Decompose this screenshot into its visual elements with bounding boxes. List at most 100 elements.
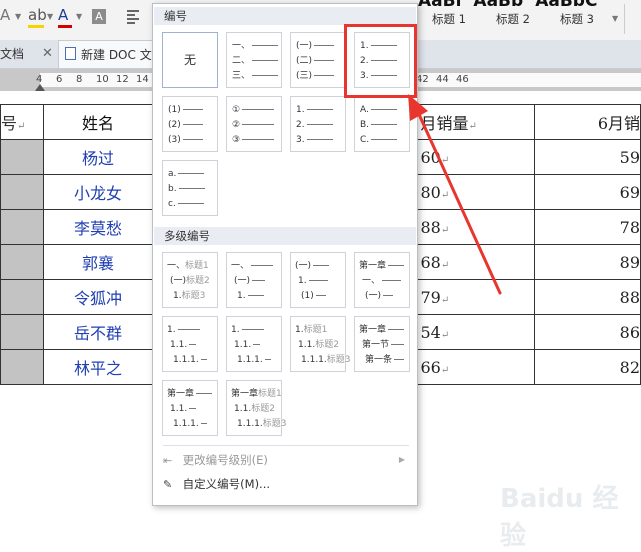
multilevel-option[interactable]: 第一章 1.1. 1.1.1. [162,380,218,436]
table-cell[interactable] [0,209,44,245]
employee-name: 郭襄 [81,254,114,273]
paragraph-mark: ↵ [468,121,477,132]
numbering-label: (1) [168,105,181,115]
tab-label: 新建 DOC 文 [81,48,152,62]
style-heading-1[interactable]: 标题 1 [432,11,466,27]
multilevel-option[interactable]: 1.标题1 1.1.标题2 1.1.1.标题3 [290,316,351,372]
multilevel-line: (一) [365,289,394,304]
chevron-down-icon[interactable]: ▼ [15,12,21,21]
numbering-option[interactable]: A. B. C. [354,96,410,152]
table-cell[interactable] [0,279,44,315]
indent-marker[interactable] [35,84,45,91]
table-cell[interactable]: 86 [534,314,641,350]
placeholder-line [382,280,402,281]
numbering-option[interactable]: (1) (2) (3) [162,96,218,152]
style-preview-2[interactable]: AaBb [473,0,523,11]
table-cell[interactable]: 6月销 [534,104,641,140]
font-color-icon[interactable]: A [58,6,68,24]
table-cell[interactable]: 姓名 [42,104,154,140]
align-left-icon[interactable] [127,10,139,26]
numbering-line: ① [232,103,275,118]
table-cell[interactable]: 令狐冲 [42,279,154,315]
numbering-line: (1) [168,103,203,118]
style-heading-2[interactable]: 标题 2 [496,11,530,27]
style-gallery-scroll[interactable] [624,4,641,34]
highlight-color-swatch [28,25,44,28]
numbering-option[interactable]: ① ② ③ [226,96,282,152]
table-cell[interactable] [0,174,44,210]
table-cell[interactable]: 88 [534,279,641,315]
multilevel-option[interactable]: 1. 1.1. 1.1.1. [226,316,282,372]
table-cell[interactable]: 66↵ [413,349,536,385]
table-cell[interactable]: 80↵ [413,174,536,210]
multilevel-option[interactable]: 第一章 第一节 第一条 [354,316,410,372]
multilevel-label: 第一条 [365,355,393,365]
document-icon [65,47,76,60]
multilevel-option[interactable]: 一、 (一) 1. [226,252,282,308]
chevron-down-icon[interactable]: ▼ [612,14,618,23]
multilevel-label: 1.1. [170,340,188,350]
tab-previous-document[interactable]: 文档 [0,40,24,68]
table-cell[interactable]: 82 [534,349,641,385]
style-preview-1[interactable]: AaBl [418,0,461,11]
numbering-line: 3. [296,133,333,148]
font-size-decrease-icon[interactable]: A [0,6,10,24]
style-heading-3[interactable]: 标题 3 [560,11,594,27]
table-cell[interactable] [0,244,44,280]
table-cell[interactable] [0,314,44,350]
table-cell[interactable]: 杨过 [42,139,154,175]
numbering-label: C. [360,135,370,145]
multilevel-label: 1.1. [234,340,252,350]
header-name: 姓名 [81,114,114,133]
multilevel-label: 1.1.1. [301,355,327,365]
table-cell[interactable]: 79↵ [413,279,536,315]
header-col4: 6月销 [597,114,640,133]
style-preview-3[interactable]: AaBbC [535,0,597,11]
table-cell[interactable]: 59 [534,139,641,175]
multilevel-option[interactable]: 第一章标题1 1.1.标题2 1.1.1.标题3 [226,380,287,436]
table-cell[interactable]: 郭襄 [42,244,154,280]
numbering-option[interactable]: a. b. c. [162,160,218,216]
numbering-line: B. [360,118,398,133]
multilevel-line: 第一章 [359,259,405,274]
character-shading-button[interactable]: A [92,9,106,24]
table-cell[interactable]: 88↵ [413,209,536,245]
table-cell[interactable]: 54↵ [413,314,536,350]
table-cell[interactable]: 月销量↵ [413,104,536,140]
multilevel-option[interactable]: (一) 1. (1) [290,252,346,308]
table-cell[interactable]: 号↵ [0,104,44,140]
numbering-option[interactable]: 一、 二、 三、 [226,32,282,88]
placeholder-line [315,295,326,296]
numbering-label: (二) [296,56,313,66]
table-cell[interactable]: 78 [534,209,641,245]
multilevel-option[interactable]: 一、标题1 (一)标题2 1.标题3 [162,252,218,308]
close-icon[interactable]: ✕ [42,40,53,68]
table-cell[interactable]: 李莫愁 [42,209,154,245]
change-level-menu-item[interactable]: ⇤ 更改编号级别(E) ▶ [163,449,409,471]
numbering-option[interactable]: 1. 2. 3. [290,96,346,152]
sales-value: 79 [420,287,441,307]
chevron-down-icon[interactable]: ▼ [76,12,82,21]
table-cell[interactable]: 68↵ [413,244,536,280]
multilevel-option[interactable]: 第一章 一、 (一) [354,252,410,308]
table-cell[interactable] [0,349,44,385]
table-cell[interactable]: 69 [534,174,641,210]
table-cell[interactable] [0,139,44,175]
table-cell[interactable]: 小龙女 [42,174,154,210]
custom-numbering-menu-item[interactable]: ✎ 自定义编号(M)... [163,473,409,495]
multilevel-option[interactable]: 1. 1.1. 1.1.1. [162,316,218,372]
table-cell[interactable]: 60↵ [413,139,536,175]
table-cell[interactable]: 89 [534,244,641,280]
multilevel-label: 第一节 [362,340,390,350]
table-cell[interactable]: 林平之 [42,349,154,385]
tab-new-doc[interactable]: 新建 DOC 文 [58,40,158,68]
watermark-logo: Baidu 经验 [500,484,619,551]
chevron-down-icon[interactable]: ▼ [47,12,53,21]
numbering-none-option[interactable]: 无 [162,32,218,88]
numbering-option[interactable]: (一) (二) (三) [290,32,346,88]
multilevel-line: 第一章 [359,323,405,338]
numbering-label: b. [168,184,177,194]
highlighter-icon[interactable]: ab [28,6,47,24]
table-cell[interactable]: 岳不群 [42,314,154,350]
multilevel-line: 一、 [362,274,402,289]
